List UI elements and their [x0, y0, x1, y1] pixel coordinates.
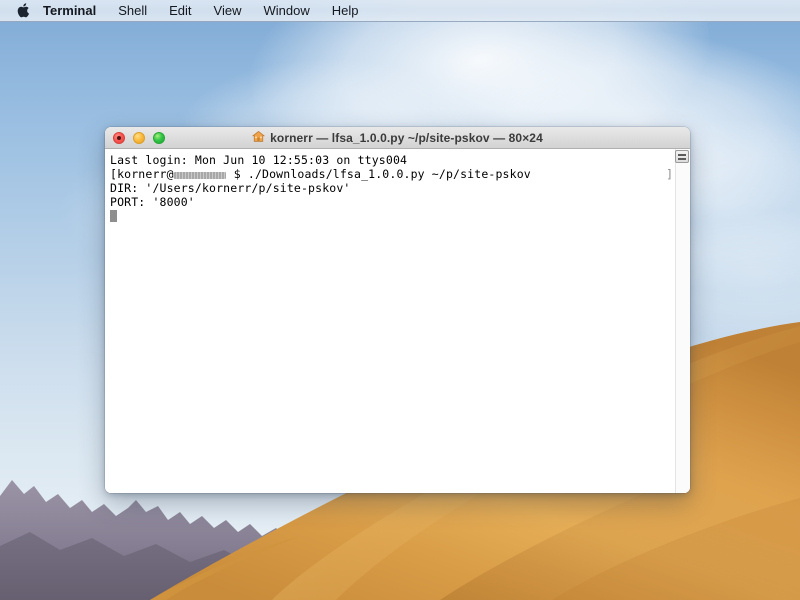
list-lines-icon[interactable]	[675, 150, 689, 163]
apple-logo-icon	[16, 2, 30, 19]
menu-item-shell[interactable]: Shell	[107, 0, 158, 22]
menu-item-terminal[interactable]: Terminal	[41, 0, 107, 22]
terminal-window[interactable]: kornerr — lfsa_1.0.0.py ~/p/site-pskov —…	[105, 127, 690, 493]
menu-item-help[interactable]: Help	[321, 0, 370, 22]
window-title-bar[interactable]: kornerr — lfsa_1.0.0.py ~/p/site-pskov —…	[105, 127, 690, 149]
terminal-content-area[interactable]: Last login: Mon Jun 10 12:55:03 on ttys0…	[105, 149, 690, 493]
menu-item-view[interactable]: View	[203, 0, 253, 22]
menu-item-edit[interactable]: Edit	[158, 0, 202, 22]
terminal-command-text: $ ./Downloads/lfsa_1.0.0.py ~/p/site-psk…	[226, 167, 531, 181]
window-title-group: kornerr — lfsa_1.0.0.py ~/p/site-pskov —…	[105, 130, 690, 146]
terminal-cursor	[110, 210, 117, 222]
terminal-line-dir: DIR: '/Users/kornerr/p/site-pskov'	[110, 181, 351, 195]
home-folder-icon	[252, 130, 266, 146]
close-button[interactable]	[113, 132, 125, 144]
menu-bar: Terminal Shell Edit View Window Help	[0, 0, 800, 22]
desktop: Terminal Shell Edit View Window Help kor…	[0, 0, 800, 600]
window-traffic-lights	[113, 127, 165, 149]
terminal-line-last-login: Last login: Mon Jun 10 12:55:03 on ttys0…	[110, 153, 408, 167]
terminal-line-port: PORT: '8000'	[110, 195, 195, 209]
terminal-line-prompt-command: [kornerr@ $ ./Downloads/lfsa_1.0.0.py ~/…	[110, 167, 690, 181]
apple-menu-button[interactable]	[0, 0, 41, 22]
terminal-prompt-prefix: [kornerr@	[110, 167, 174, 181]
menu-item-window[interactable]: Window	[253, 0, 321, 22]
terminal-scrollbar[interactable]	[675, 149, 690, 493]
terminal-prompt-wrap-bracket: ]	[666, 167, 673, 181]
window-title-text: kornerr — lfsa_1.0.0.py ~/p/site-pskov —…	[270, 130, 543, 145]
terminal-cursor-line	[110, 209, 690, 223]
zoom-button[interactable]	[153, 132, 165, 144]
redacted-hostname-block	[173, 171, 226, 179]
minimize-button[interactable]	[133, 132, 145, 144]
